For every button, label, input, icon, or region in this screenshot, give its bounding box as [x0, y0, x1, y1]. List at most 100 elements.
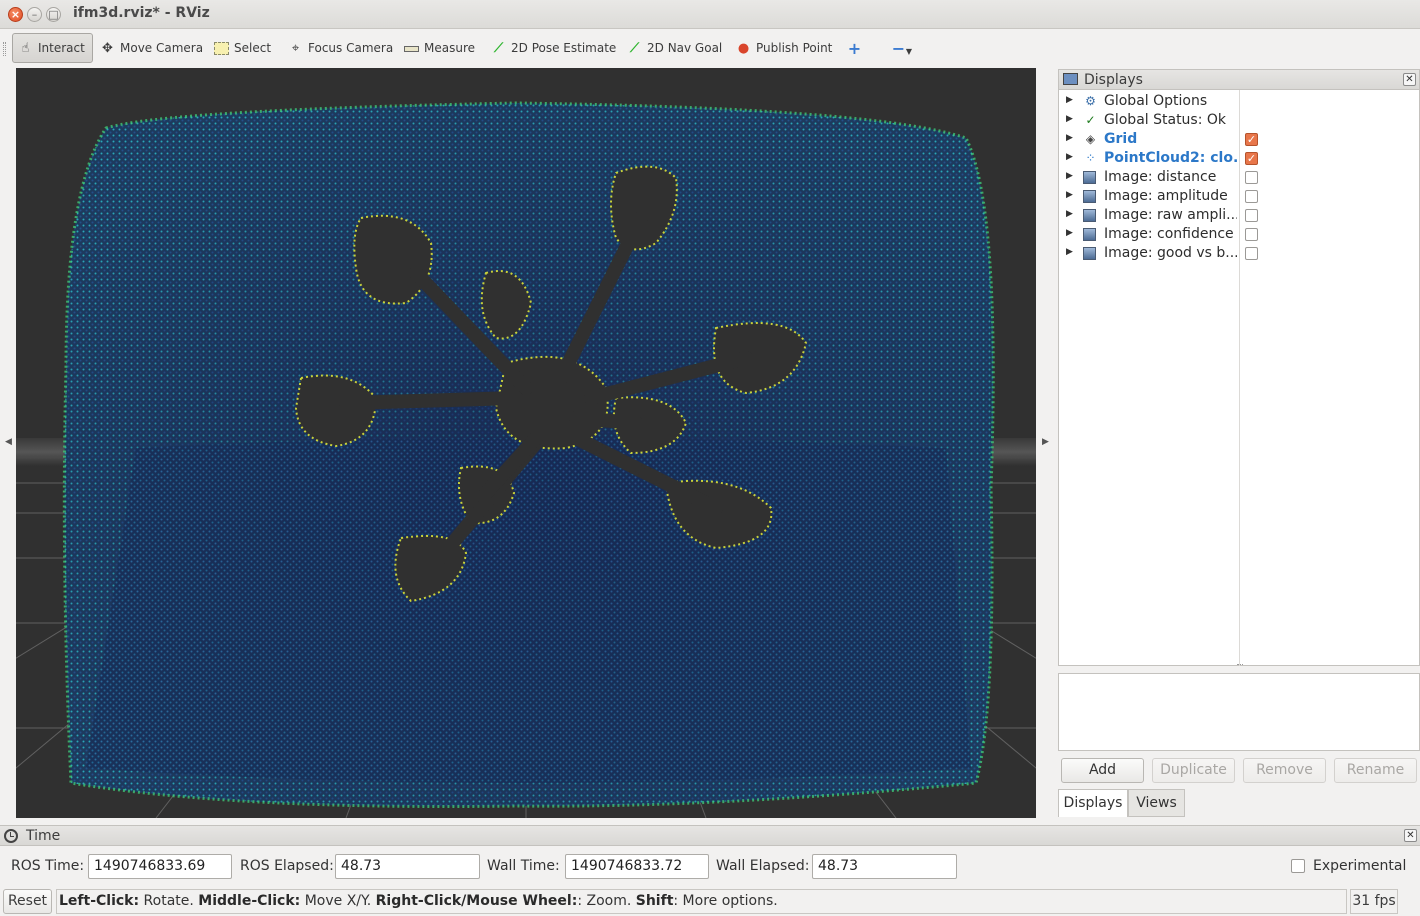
image-icon [1083, 228, 1096, 241]
wall-elapsed-field[interactable]: 48.73 [812, 854, 957, 879]
focus-camera-label: Focus Camera [308, 41, 394, 55]
time-panel-title: Time [26, 828, 61, 844]
remove-display-button[interactable]: Remove [1243, 758, 1326, 783]
image-icon [1083, 190, 1096, 203]
tool-toolbar: ☝ Interact ✥ Move Camera Select ⌖ Focus … [0, 29, 1420, 67]
display-item-grid[interactable]: ▶ ◈ Grid ✓ [1059, 130, 1419, 149]
nav-goal-tool-button[interactable]: ⟋ 2D Nav Goal [622, 33, 727, 63]
display-item-global-status[interactable]: ▶ ✓ Global Status: Ok [1059, 111, 1419, 130]
ruler-icon [404, 46, 419, 52]
add-display-button[interactable]: Add [1061, 758, 1144, 783]
time-panel-header: Time ✕ [0, 825, 1420, 846]
display-item-label: Image: confidence [1104, 226, 1234, 242]
monitor-icon [1063, 73, 1078, 85]
image-good-vs-bad-checkbox[interactable] [1245, 247, 1258, 260]
wall-elapsed-label: Wall Elapsed: [716, 858, 810, 874]
grid-icon: ◈ [1085, 132, 1096, 146]
display-item-global-options[interactable]: ▶ ⚙ Global Options [1059, 92, 1419, 111]
image-raw-amplitude-checkbox[interactable] [1245, 209, 1258, 222]
experimental-label: Experimental [1313, 858, 1407, 874]
window-minimize-button[interactable]: – [27, 7, 42, 22]
display-item-label: Image: raw ampli... [1104, 207, 1237, 223]
gear-icon: ⚙ [1085, 94, 1096, 108]
toolbar-grip[interactable] [3, 42, 6, 56]
measure-tool-button[interactable]: Measure [399, 33, 480, 63]
grid-enabled-checkbox[interactable]: ✓ [1245, 133, 1258, 146]
move-camera-tool-button[interactable]: ✥ Move Camera [95, 33, 208, 63]
property-description-box [1058, 673, 1420, 751]
move-camera-icon: ✥ [102, 40, 113, 56]
green-arrow-icon: ⟋ [629, 40, 640, 56]
add-tool-button[interactable]: + [842, 33, 867, 63]
close-icon[interactable]: ✕ [1403, 73, 1416, 86]
display-item-label: Global Options [1104, 93, 1208, 109]
collapse-left-icon[interactable]: ◀ [5, 437, 12, 447]
ros-elapsed-field[interactable]: 48.73 [335, 854, 480, 879]
title-bar: × – □ ifm3d.rviz* - RViz [0, 0, 1420, 29]
hint-right-click-text: : Zoom. [577, 893, 636, 909]
focus-camera-tool-button[interactable]: ⌖ Focus Camera [283, 33, 398, 63]
window-title: ifm3d.rviz* - RViz [73, 5, 210, 21]
display-item-image-distance[interactable]: ▶ Image: distance [1059, 168, 1419, 187]
hand-pointer-icon: ☝ [21, 40, 30, 56]
rename-display-button[interactable]: Rename [1334, 758, 1417, 783]
expand-arrow-icon[interactable]: ▶ [1066, 190, 1073, 200]
expand-arrow-icon[interactable]: ▶ [1066, 209, 1073, 219]
pose-estimate-tool-button[interactable]: ⟋ 2D Pose Estimate [486, 33, 621, 63]
select-tool-button[interactable]: Select [209, 33, 276, 63]
pointcloud-icon: ⁘ [1085, 151, 1096, 165]
wall-time-field[interactable]: 1490746833.72 [565, 854, 709, 879]
displays-title: Displays [1084, 72, 1143, 88]
select-box-icon [214, 41, 229, 55]
remove-tool-button[interactable]: − ▼ [886, 33, 918, 63]
display-item-label: Image: good vs b... [1104, 245, 1237, 261]
image-amplitude-checkbox[interactable] [1245, 190, 1258, 203]
image-icon [1083, 209, 1096, 222]
reset-button[interactable]: Reset [3, 889, 52, 914]
tab-displays[interactable]: Displays [1058, 789, 1128, 817]
hint-shift-text: : More options. [673, 893, 778, 909]
hint-shift-key: Shift [635, 893, 674, 909]
splitter-handle[interactable] [1237, 664, 1243, 666]
hint-left-click-key: Left-Click: [59, 893, 140, 909]
fps-counter: 31 fps [1350, 889, 1398, 914]
wall-time-label: Wall Time: [487, 858, 560, 874]
expand-arrow-icon[interactable]: ▶ [1066, 247, 1073, 257]
display-item-pointcloud[interactable]: ▶ ⁘ PointCloud2: clo... ✓ [1059, 149, 1419, 168]
crosshair-icon: ⌖ [291, 40, 300, 56]
interact-tool-button[interactable]: ☝ Interact [12, 33, 93, 63]
window-close-button[interactable]: × [8, 7, 23, 22]
image-distance-checkbox[interactable] [1245, 171, 1258, 184]
window-maximize-button[interactable]: □ [46, 7, 61, 22]
expand-arrow-icon[interactable]: ▶ [1066, 228, 1073, 238]
green-arrow-icon: ⟋ [493, 40, 504, 56]
dropdown-arrow-icon: ▼ [905, 46, 913, 56]
pointcloud-enabled-checkbox[interactable]: ✓ [1245, 152, 1258, 165]
minus-icon: − [891, 38, 906, 58]
expand-arrow-icon[interactable]: ▶ [1066, 133, 1073, 143]
displays-panel: Displays ✕ ▶ ⚙ Global Options ▶ ✓ Global… [1058, 69, 1420, 666]
display-item-image-good-vs-bad[interactable]: ▶ Image: good vs b... [1059, 244, 1419, 263]
expand-arrow-icon[interactable]: ▶ [1066, 152, 1073, 162]
close-icon[interactable]: ✕ [1404, 829, 1417, 842]
expand-arrow-icon[interactable]: ▶ [1066, 114, 1073, 124]
plus-icon: + [847, 38, 862, 58]
image-confidence-checkbox[interactable] [1245, 228, 1258, 241]
duplicate-display-button[interactable]: Duplicate [1152, 758, 1235, 783]
tab-views[interactable]: Views [1128, 789, 1185, 817]
nav-goal-label: 2D Nav Goal [647, 41, 723, 55]
display-item-image-confidence[interactable]: ▶ Image: confidence [1059, 225, 1419, 244]
display-item-image-amplitude[interactable]: ▶ Image: amplitude [1059, 187, 1419, 206]
collapse-right-icon[interactable]: ▶ [1042, 437, 1049, 447]
render-3d-view[interactable] [16, 68, 1036, 818]
experimental-checkbox[interactable] [1291, 859, 1305, 873]
display-item-label: Image: distance [1104, 169, 1217, 185]
expand-arrow-icon[interactable]: ▶ [1066, 171, 1073, 181]
display-item-label: Global Status: Ok [1104, 112, 1227, 128]
scene-svg [16, 68, 1036, 818]
expand-arrow-icon[interactable]: ▶ [1066, 95, 1073, 105]
publish-point-tool-button[interactable]: ● Publish Point [731, 33, 837, 63]
ros-time-field[interactable]: 1490746833.69 [88, 854, 232, 879]
display-item-image-raw-amplitude[interactable]: ▶ Image: raw ampli... [1059, 206, 1419, 225]
publish-point-label: Publish Point [756, 41, 833, 55]
